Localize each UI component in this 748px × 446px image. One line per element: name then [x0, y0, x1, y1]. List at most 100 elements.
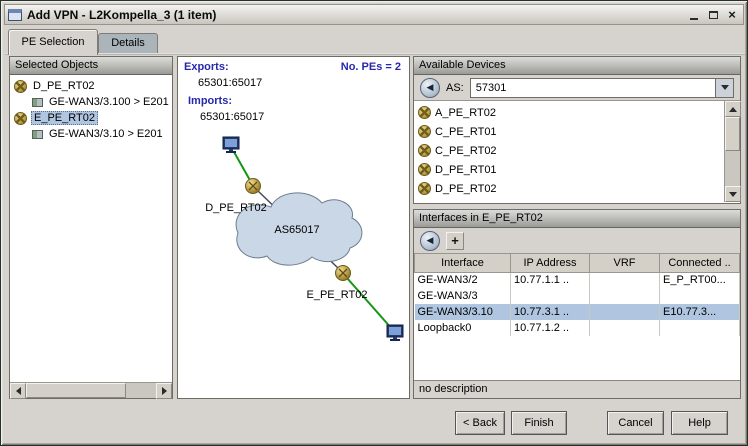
help-button[interactable]: Help [671, 411, 728, 435]
router-node-d-pe-rt02[interactable] [246, 179, 261, 194]
maximize-button[interactable] [705, 7, 721, 23]
topology-canvas: AS65017 D [178, 57, 409, 398]
cell-ip: 10.77.1.1 .. [511, 272, 590, 288]
finish-button[interactable]: Finish [511, 411, 567, 435]
router-icon [14, 80, 27, 93]
tree-node-label: GE-WAN3/3.100 > E201 [47, 95, 171, 109]
router-icon [418, 125, 431, 138]
column-header-interface[interactable]: Interface [415, 254, 511, 272]
interfaces-panel: Interfaces in E_PE_RT02 ◀ + Interface IP… [413, 209, 741, 399]
router-icon [418, 106, 431, 119]
interfaces-table: Interface IP Address VRF Connected .. GE… [414, 254, 740, 380]
cell-connected: E_P_RT00... [660, 272, 740, 288]
node-label-d-pe: D_PE_RT02 [205, 202, 267, 214]
plus-icon: + [451, 234, 459, 247]
device-name: D_PE_RT01 [435, 164, 497, 176]
cell-connected [660, 320, 740, 336]
minimize-icon [690, 18, 698, 20]
interfaces-toolbar: ◀ + [414, 228, 740, 254]
cell-connected: E10.77.3... [660, 304, 740, 320]
right-arrow-icon [162, 387, 167, 395]
available-devices-panel: Available Devices ◀ AS: 57301 A_PE_RT02 … [413, 56, 741, 204]
scroll-up-button[interactable] [725, 101, 741, 117]
up-arrow-icon [729, 107, 737, 112]
ce-device-icon[interactable] [223, 137, 239, 153]
tree-node-e-pe-interface[interactable]: GE-WAN3/3.10 > E201 [10, 126, 172, 142]
device-item-d-pe-rt01[interactable]: D_PE_RT01 [414, 160, 724, 179]
tree-node-label: D_PE_RT02 [31, 79, 97, 93]
node-label-e-pe: E_PE_RT02 [307, 289, 368, 301]
vertical-scrollbar[interactable] [724, 101, 740, 202]
tree-node-d-pe-interface[interactable]: GE-WAN3/3.100 > E201 [10, 94, 172, 110]
as-combobox-value: 57301 [471, 82, 715, 94]
horizontal-scrollbar[interactable] [10, 382, 172, 398]
titlebar[interactable]: Add VPN - L2Kompella_3 (1 item) × [4, 4, 744, 25]
tree-node-e-pe-rt02[interactable]: E_PE_RT02 [10, 110, 172, 126]
tree-node-label-selected: E_PE_RT02 [31, 111, 98, 125]
device-name: A_PE_RT02 [435, 107, 496, 119]
router-icon [418, 163, 431, 176]
imports-value: 65301:65017 [200, 111, 264, 123]
tab-strip-line [5, 53, 745, 55]
chevron-down-icon [721, 85, 729, 90]
scrollbar-thumb[interactable] [725, 117, 740, 151]
back-arrow-icon: ◀ [427, 83, 434, 92]
cancel-button[interactable]: Cancel [607, 411, 664, 435]
scroll-right-button[interactable] [156, 383, 172, 399]
cell-vrf [590, 320, 660, 336]
maximize-icon [709, 11, 718, 19]
window-icon [8, 9, 22, 21]
device-item-a-pe-rt02[interactable]: A_PE_RT02 [414, 103, 724, 122]
window-title: Add VPN - L2Kompella_3 (1 item) [27, 8, 216, 22]
interfaces-header: Interfaces in E_PE_RT02 [414, 210, 740, 228]
table-row[interactable]: GE-WAN3/3 [415, 288, 740, 304]
cell-interface: GE-WAN3/3.10 [415, 304, 511, 320]
device-item-c-pe-rt01[interactable]: C_PE_RT01 [414, 122, 724, 141]
router-icon [418, 182, 431, 195]
scroll-down-button[interactable] [725, 186, 741, 202]
scrollbar-track[interactable] [725, 151, 740, 186]
interfaces-back-button[interactable]: ◀ [420, 231, 440, 251]
column-header-ip[interactable]: IP Address [511, 254, 590, 272]
router-node-e-pe-rt02[interactable] [336, 266, 351, 281]
back-button[interactable]: < Back [455, 411, 505, 435]
imports-label: Imports: [188, 95, 232, 107]
device-name: C_PE_RT02 [435, 145, 497, 157]
cell-interface: GE-WAN3/2 [415, 272, 511, 288]
device-name: D_PE_RT02 [435, 183, 497, 195]
interface-icon [32, 98, 43, 107]
device-item-c-pe-rt02[interactable]: C_PE_RT02 [414, 141, 724, 160]
add-interface-button[interactable]: + [446, 232, 464, 250]
scrollbar-thumb[interactable] [26, 383, 126, 398]
table-row[interactable]: Loopback0 10.77.1.2 .. [415, 320, 740, 336]
device-item-d-pe-rt02[interactable]: D_PE_RT02 [414, 179, 724, 198]
as-selector-row: ◀ AS: 57301 [414, 75, 740, 101]
column-header-connected[interactable]: Connected .. [660, 254, 740, 272]
minimize-button[interactable] [686, 7, 702, 23]
cell-interface: GE-WAN3/3 [415, 288, 511, 304]
ce-device-icon[interactable] [387, 325, 403, 341]
scroll-left-button[interactable] [10, 383, 26, 399]
cell-ip: 10.77.3.1 .. [511, 304, 590, 320]
close-button[interactable]: × [724, 7, 740, 23]
cell-vrf [590, 304, 660, 320]
tree-node-d-pe-rt02[interactable]: D_PE_RT02 [10, 78, 172, 94]
left-arrow-icon [16, 387, 21, 395]
table-header-row: Interface IP Address VRF Connected .. [415, 254, 740, 272]
table-row-selected[interactable]: GE-WAN3/3.10 10.77.3.1 .. E10.77.3... [415, 304, 740, 320]
column-header-vrf[interactable]: VRF [590, 254, 660, 272]
as-combobox[interactable]: 57301 [470, 78, 734, 98]
tab-pe-selection[interactable]: PE Selection [8, 29, 98, 55]
add-vpn-dialog: Add VPN - L2Kompella_3 (1 item) × PE Sel… [0, 0, 748, 446]
ce-link [234, 152, 251, 182]
table-row[interactable]: GE-WAN3/2 10.77.1.1 .. E_P_RT00... [415, 272, 740, 288]
combo-dropdown-button[interactable] [715, 79, 733, 97]
exports-value: 65301:65017 [198, 77, 262, 89]
devices-back-button[interactable]: ◀ [420, 78, 440, 98]
cell-vrf [590, 288, 660, 304]
available-devices-header: Available Devices [414, 57, 740, 75]
close-icon: × [728, 8, 736, 21]
as-label: AS: [446, 82, 464, 94]
scrollbar-track[interactable] [126, 383, 156, 398]
tab-details[interactable]: Details [98, 33, 158, 53]
